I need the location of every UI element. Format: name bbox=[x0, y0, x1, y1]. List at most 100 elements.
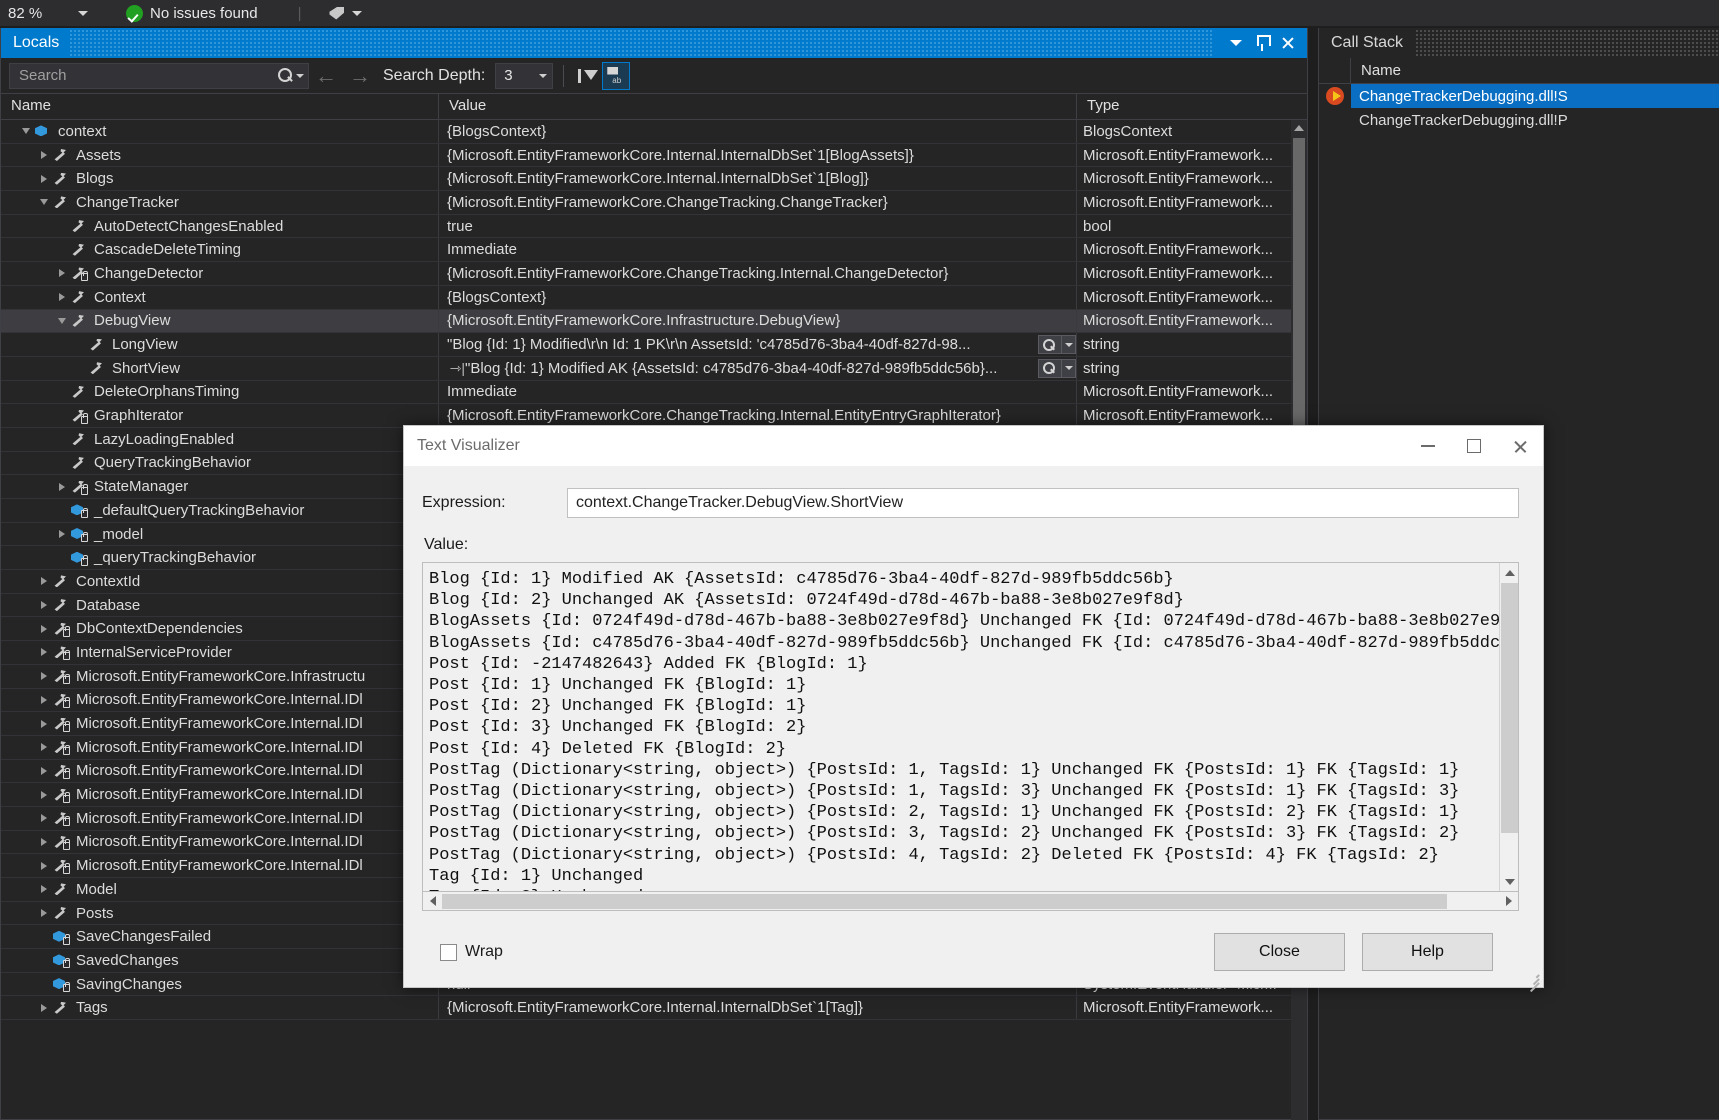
column-header-name[interactable]: Name bbox=[1, 94, 439, 119]
window-drag-handle[interactable] bbox=[69, 28, 1213, 58]
cell-value[interactable]: Immediate bbox=[439, 238, 1077, 261]
zoom-level-combo[interactable]: 82 % bbox=[8, 1, 94, 25]
table-row[interactable]: Context{BlogsContext}Microsoft.EntityFra… bbox=[1, 286, 1307, 310]
cell-value[interactable]: ⇾|"Blog {Id: 1} Modified AK {AssetsId: c… bbox=[439, 357, 1077, 380]
help-button[interactable]: Help bbox=[1362, 933, 1493, 971]
column-header-type[interactable]: Type bbox=[1077, 94, 1293, 119]
expander-collapsed-icon[interactable] bbox=[37, 594, 51, 617]
visualizer-magnifier-button[interactable] bbox=[1038, 335, 1062, 354]
expander-collapsed-icon[interactable] bbox=[37, 736, 51, 759]
value-text-area[interactable]: Blog {Id: 1} Modified AK {AssetsId: c478… bbox=[423, 563, 1499, 891]
cell-value[interactable]: {Microsoft.EntityFrameworkCore.Infrastru… bbox=[439, 310, 1077, 333]
cell-value[interactable]: {Microsoft.EntityFrameworkCore.Internal.… bbox=[439, 996, 1077, 1019]
expander-expanded-icon[interactable] bbox=[19, 120, 33, 143]
visualizer-dropdown-button[interactable] bbox=[1062, 359, 1076, 378]
scrollbar-thumb[interactable] bbox=[1501, 583, 1518, 833]
table-row[interactable]: LongView"Blog {Id: 1} Modified\r\n Id: 1… bbox=[1, 333, 1307, 357]
table-row[interactable]: CascadeDeleteTimingImmediateMicrosoft.En… bbox=[1, 238, 1307, 262]
value-horizontal-scrollbar[interactable] bbox=[422, 892, 1519, 911]
cell-value[interactable]: {Microsoft.EntityFrameworkCore.ChangeTra… bbox=[439, 191, 1077, 214]
table-row[interactable]: ShortView⇾|"Blog {Id: 1} Modified AK {As… bbox=[1, 357, 1307, 381]
table-row[interactable]: Blogs{Microsoft.EntityFrameworkCore.Inte… bbox=[1, 167, 1307, 191]
hexadecimal-display-button[interactable]: ab bbox=[602, 62, 630, 90]
table-row[interactable]: context{BlogsContext}BlogsContext bbox=[1, 120, 1307, 144]
expander-collapsed-icon[interactable] bbox=[55, 475, 69, 498]
scroll-right-button[interactable] bbox=[1499, 893, 1518, 910]
expander-collapsed-icon[interactable] bbox=[37, 807, 51, 830]
scroll-up-button[interactable] bbox=[1500, 563, 1519, 582]
pin-filter-button[interactable] bbox=[574, 62, 602, 90]
resize-grip[interactable] bbox=[1525, 970, 1539, 984]
expander-collapsed-icon[interactable] bbox=[37, 641, 51, 664]
expander-expanded-icon[interactable] bbox=[55, 310, 69, 333]
dialog-title-bar[interactable]: Text Visualizer bbox=[404, 426, 1543, 466]
wrap-checkbox[interactable]: Wrap bbox=[440, 943, 503, 961]
expander-collapsed-icon[interactable] bbox=[37, 689, 51, 712]
expander-collapsed-icon[interactable] bbox=[55, 286, 69, 309]
scroll-left-button[interactable] bbox=[423, 893, 442, 910]
cell-name: Microsoft.EntityFrameworkCore.Internal.I… bbox=[1, 854, 439, 877]
cell-value[interactable]: {Microsoft.EntityFrameworkCore.ChangeTra… bbox=[439, 262, 1077, 285]
scroll-down-button[interactable] bbox=[1500, 872, 1519, 891]
pin-window-button[interactable] bbox=[1249, 30, 1275, 56]
value-vertical-scrollbar[interactable] bbox=[1499, 563, 1518, 891]
search-previous-button[interactable]: ← bbox=[309, 65, 343, 87]
cell-value[interactable]: {BlogsContext} bbox=[439, 120, 1077, 143]
expression-input[interactable]: context.ChangeTracker.DebugView.ShortVie… bbox=[567, 488, 1519, 518]
table-row[interactable]: DeleteOrphansTimingImmediateMicrosoft.En… bbox=[1, 381, 1307, 405]
checkbox-box[interactable] bbox=[440, 944, 457, 961]
search-next-button[interactable]: → bbox=[343, 65, 377, 87]
expander-collapsed-icon[interactable] bbox=[37, 617, 51, 640]
expander-collapsed-icon[interactable] bbox=[37, 783, 51, 806]
maximize-button[interactable] bbox=[1451, 426, 1497, 466]
expander-expanded-icon[interactable] bbox=[37, 191, 51, 214]
expander-collapsed-icon[interactable] bbox=[37, 996, 51, 1019]
expander-collapsed-icon[interactable] bbox=[37, 712, 51, 735]
call-stack-row[interactable]: ChangeTrackerDebugging.dll!P bbox=[1319, 108, 1719, 132]
table-row[interactable]: DebugView{Microsoft.EntityFrameworkCore.… bbox=[1, 310, 1307, 334]
cell-value[interactable]: {BlogsContext} bbox=[439, 286, 1077, 309]
column-header-name[interactable]: Name bbox=[1351, 62, 1401, 79]
search-input[interactable]: Search bbox=[9, 63, 309, 89]
visualizer-dropdown-button[interactable] bbox=[1062, 335, 1076, 354]
cell-value[interactable]: Immediate bbox=[439, 381, 1077, 404]
window-menu-button[interactable] bbox=[1223, 30, 1249, 56]
window-drag-handle[interactable] bbox=[1415, 28, 1719, 58]
table-row[interactable]: ChangeTracker{Microsoft.EntityFrameworkC… bbox=[1, 191, 1307, 215]
expander-collapsed-icon[interactable] bbox=[37, 854, 51, 877]
chevron-down-icon[interactable] bbox=[296, 74, 304, 78]
table-row[interactable]: Tags{Microsoft.EntityFrameworkCore.Inter… bbox=[1, 996, 1307, 1020]
cell-value[interactable]: "Blog {Id: 1} Modified\r\n Id: 1 PK\r\n … bbox=[439, 333, 1077, 356]
expander-collapsed-icon[interactable] bbox=[37, 902, 51, 925]
expander-collapsed-icon[interactable] bbox=[37, 878, 51, 901]
table-row[interactable]: Assets{Microsoft.EntityFrameworkCore.Int… bbox=[1, 144, 1307, 168]
cell-value[interactable]: {Microsoft.EntityFrameworkCore.Internal.… bbox=[439, 167, 1077, 190]
visualizer-magnifier-button[interactable] bbox=[1038, 359, 1062, 378]
scrollbar-thumb[interactable] bbox=[442, 894, 1447, 909]
tag-dropdown[interactable] bbox=[329, 7, 362, 20]
scrollbar-track[interactable] bbox=[442, 893, 1499, 910]
expander-collapsed-icon[interactable] bbox=[37, 831, 51, 854]
search-depth-combo[interactable]: 3 bbox=[495, 63, 553, 89]
column-header-value[interactable]: Value bbox=[439, 94, 1077, 119]
expander-collapsed-icon[interactable] bbox=[55, 262, 69, 285]
cell-value[interactable]: {Microsoft.EntityFrameworkCore.ChangeTra… bbox=[439, 404, 1077, 427]
expander-collapsed-icon[interactable] bbox=[37, 760, 51, 783]
call-stack-row[interactable]: ChangeTrackerDebugging.dll!S bbox=[1319, 84, 1719, 108]
table-row[interactable]: ChangeDetector{Microsoft.EntityFramework… bbox=[1, 262, 1307, 286]
pin-value-icon[interactable]: ⇾| bbox=[447, 357, 465, 380]
minimize-button[interactable] bbox=[1405, 426, 1451, 466]
close-window-button[interactable] bbox=[1275, 30, 1301, 56]
cell-value[interactable]: true bbox=[439, 215, 1077, 238]
cell-value[interactable]: {Microsoft.EntityFrameworkCore.Internal.… bbox=[439, 144, 1077, 167]
close-dialog-button[interactable]: Close bbox=[1214, 933, 1345, 971]
scroll-up-button[interactable] bbox=[1291, 120, 1307, 136]
expander-collapsed-icon[interactable] bbox=[37, 167, 51, 190]
expander-collapsed-icon[interactable] bbox=[55, 523, 69, 546]
expander-collapsed-icon[interactable] bbox=[37, 665, 51, 688]
expander-collapsed-icon[interactable] bbox=[37, 570, 51, 593]
scrollbar-thumb[interactable] bbox=[1293, 138, 1305, 428]
table-row[interactable]: AutoDetectChangesEnabledtruebool bbox=[1, 215, 1307, 239]
close-button[interactable] bbox=[1497, 426, 1543, 466]
expander-collapsed-icon[interactable] bbox=[37, 144, 51, 167]
